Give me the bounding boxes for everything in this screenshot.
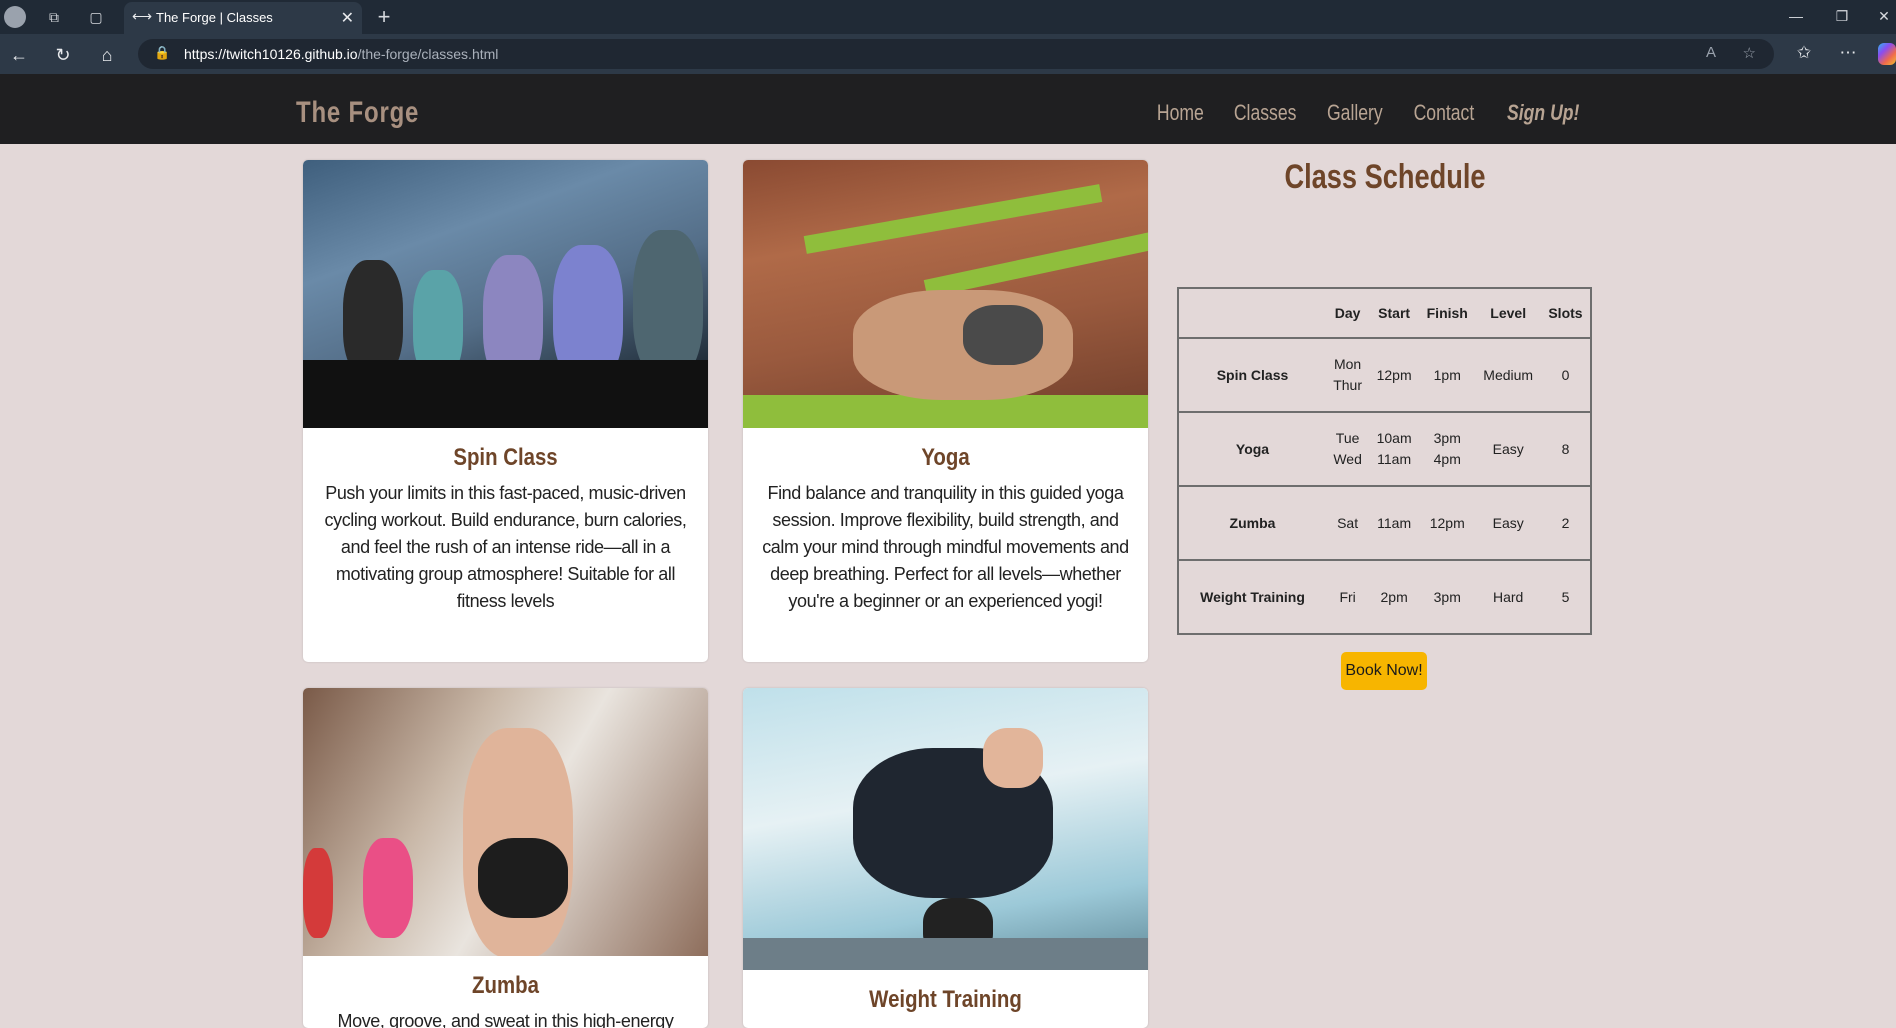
column-header-finish: Finish: [1426, 305, 1468, 321]
schedule-header-row: Day Start Finish Level Slots: [1178, 288, 1591, 338]
day-cell: Mon Thur: [1326, 337, 1370, 412]
copilot-icon[interactable]: [1878, 43, 1896, 65]
home-icon[interactable]: ⌂: [96, 44, 118, 66]
site-favicon-icon: ⟷: [132, 8, 153, 24]
table-row: Yoga Tue Wed 10am 11am 3pm 4pm Easy 8: [1178, 411, 1591, 486]
day-cell: Fri: [1326, 559, 1370, 634]
class-card-zumba: Zumba Move, groove, and sweat in this hi…: [303, 688, 708, 1028]
finish-cell: 1pm: [1419, 337, 1476, 412]
column-header-slots: Slots: [1548, 305, 1583, 321]
start-cell: 2pm: [1369, 559, 1420, 634]
nav-home[interactable]: Home: [1157, 100, 1204, 126]
card-title: Spin Class: [453, 444, 558, 471]
refresh-icon[interactable]: ↻: [52, 44, 74, 66]
yoga-class-photo: [743, 160, 1148, 428]
profile-icon[interactable]: [4, 6, 26, 28]
browser-tab-bar: ⧉ ▢ ⟷ The Forge | Classes ✕ + — ❐ ✕: [0, 0, 1896, 34]
nav-gallery[interactable]: Gallery: [1327, 100, 1383, 126]
slots-cell: 0: [1540, 337, 1591, 412]
table-row: Spin Class Mon Thur 12pm 1pm Medium 0: [1178, 337, 1591, 412]
card-description: Move, groove, and sweat in this high-ene…: [337, 1011, 674, 1028]
schedule-title: Class Schedule: [1284, 158, 1486, 196]
favorite-star-icon[interactable]: ☆: [1743, 44, 1756, 62]
table-row: Weight Training Fri 2pm 3pm Hard 5: [1178, 559, 1591, 634]
url-text[interactable]: https://twitch10126.github.io/the-forge/…: [184, 46, 498, 62]
card-title: Weight Training: [869, 986, 1022, 1013]
class-name-cell: Spin Class: [1178, 337, 1326, 412]
spin-class-photo: [303, 160, 708, 428]
nav-classes[interactable]: Classes: [1234, 100, 1297, 126]
level-cell: Hard: [1475, 559, 1541, 634]
start-cell: 11am: [1369, 485, 1420, 560]
card-title: Yoga: [921, 444, 970, 471]
nav-contact[interactable]: Contact: [1413, 100, 1474, 126]
finish-cell: 12pm: [1419, 485, 1476, 560]
book-now-button[interactable]: Book Now!: [1341, 652, 1427, 690]
close-window-icon[interactable]: ✕: [1870, 4, 1896, 28]
tab-actions-icon[interactable]: ▢: [86, 7, 106, 27]
close-tab-icon[interactable]: ✕: [341, 8, 354, 28]
card-title: Zumba: [472, 972, 539, 999]
card-description: Push your limits in this fast-paced, mus…: [324, 483, 687, 611]
card-description: [743, 1014, 1148, 1022]
column-header-level: Level: [1490, 305, 1527, 321]
site-brand[interactable]: The Forge: [296, 96, 419, 130]
level-cell: Easy: [1475, 411, 1541, 486]
nav-sign-up[interactable]: Sign Up!: [1507, 100, 1579, 126]
class-name-cell: Yoga: [1178, 411, 1326, 486]
workspaces-icon[interactable]: ⧉: [44, 7, 64, 27]
more-menu-icon[interactable]: ⋯: [1836, 43, 1860, 63]
class-card-spin: Spin Class Push your limits in this fast…: [303, 160, 708, 662]
browser-toolbar: ← ↻ ⌂ 🔒 https://twitch10126.github.io/th…: [0, 34, 1896, 74]
card-description: Find balance and tranquility in this gui…: [762, 483, 1129, 611]
slots-cell: 8: [1540, 411, 1591, 486]
address-bar[interactable]: 🔒 https://twitch10126.github.io/the-forg…: [138, 39, 1774, 69]
favorites-icon[interactable]: ✩: [1792, 43, 1816, 63]
slots-cell: 2: [1540, 485, 1591, 560]
column-header-start: Start: [1378, 305, 1411, 321]
table-row: Zumba Sat 11am 12pm Easy 2: [1178, 485, 1591, 560]
site-header: The Forge Home Classes Gallery Contact S…: [0, 74, 1896, 144]
finish-cell: 3pm: [1419, 559, 1476, 634]
weight-training-photo: [743, 688, 1148, 970]
class-name-cell: Zumba: [1178, 485, 1326, 560]
column-header: [1178, 288, 1326, 338]
start-cell: 10am 11am: [1369, 411, 1420, 486]
tab-title: The Forge | Classes: [156, 10, 273, 25]
minimize-icon[interactable]: —: [1782, 4, 1810, 28]
back-icon[interactable]: ←: [8, 44, 30, 66]
level-cell: Medium: [1475, 337, 1541, 412]
day-cell: Sat: [1326, 485, 1370, 560]
zumba-class-photo: [303, 688, 708, 956]
restore-icon[interactable]: ❐: [1828, 4, 1856, 28]
finish-cell: 3pm 4pm: [1419, 411, 1476, 486]
class-card-weight-training: Weight Training: [743, 688, 1148, 1028]
lock-icon[interactable]: 🔒: [154, 45, 170, 61]
level-cell: Easy: [1475, 485, 1541, 560]
slots-cell: 5: [1540, 559, 1591, 634]
class-card-yoga: Yoga Find balance and tranquility in thi…: [743, 160, 1148, 662]
class-name-cell: Weight Training: [1178, 559, 1326, 634]
site-nav: Home Classes Gallery Contact Sign Up!: [1151, 100, 1588, 126]
day-cell: Tue Wed: [1326, 411, 1370, 486]
new-tab-icon[interactable]: +: [374, 6, 394, 28]
browser-tab[interactable]: ⟷ The Forge | Classes ✕: [124, 2, 362, 34]
column-header-day: Day: [1334, 305, 1361, 321]
read-aloud-icon[interactable]: A: [1706, 44, 1716, 61]
start-cell: 12pm: [1369, 337, 1420, 412]
schedule-table: Day Start Finish Level Slots Spin Class …: [1177, 287, 1592, 635]
